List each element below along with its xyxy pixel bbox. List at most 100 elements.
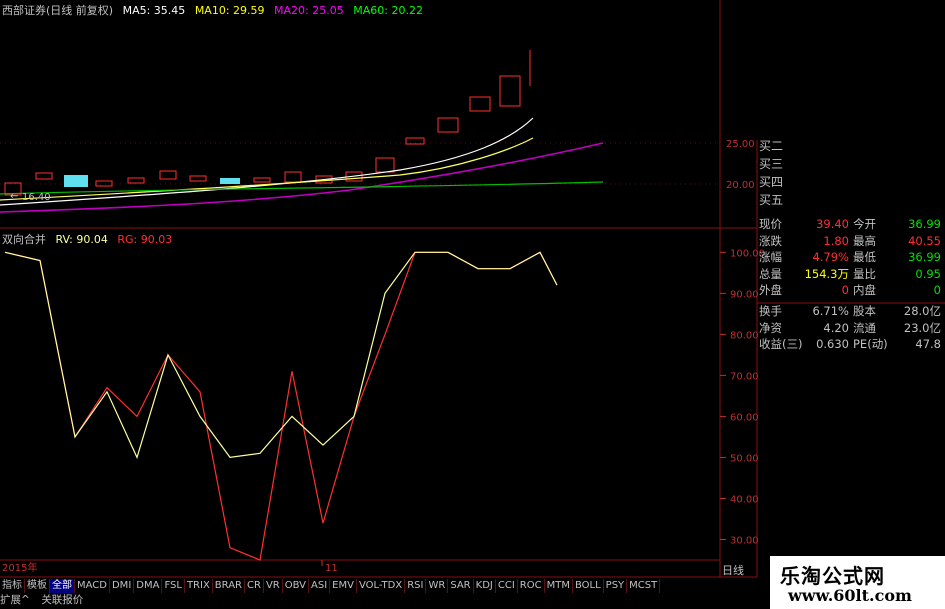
quote-label: 涨跌 — [759, 233, 782, 248]
tab-macd[interactable]: MACD — [75, 579, 110, 593]
ma10-line — [0, 137, 534, 201]
rg-series-line — [4, 251, 558, 561]
tab-mtm[interactable]: MTM — [545, 579, 573, 593]
tab-roc[interactable]: ROC — [518, 579, 545, 593]
period-label[interactable]: 日线 — [722, 562, 744, 578]
tab-dma[interactable]: DMA — [134, 579, 163, 593]
quote-label: 换手 — [759, 304, 782, 318]
quote-label: 总量 — [759, 266, 782, 281]
quote-value: 154.3万 — [804, 266, 849, 281]
low-marker: 16.40 — [22, 192, 51, 203]
quote-value: 0 — [841, 283, 849, 298]
tab-mcst[interactable]: MCST — [627, 579, 661, 593]
quote-label: 股本 — [853, 304, 876, 318]
quote-label: 量比 — [853, 266, 876, 281]
rv-series-line — [4, 251, 558, 460]
quote-value: 4.79% — [812, 250, 849, 265]
candle — [375, 157, 395, 173]
time-label-year: 2015年 — [2, 561, 37, 574]
time-label-month: 11 — [325, 563, 338, 574]
related-quotes-button[interactable]: 关联报价 — [41, 593, 83, 607]
price-axis-label: 20.00 — [726, 180, 755, 191]
quote-value: 6.71% — [812, 304, 849, 318]
buy-3-label: 买三 — [759, 157, 784, 171]
watermark-url: www.60lt.com — [788, 586, 912, 605]
buy-4-label: 买四 — [759, 175, 784, 189]
tab-cci[interactable]: CCI — [496, 579, 518, 593]
watermark: 乐淘公式网 www.60lt.com — [770, 556, 945, 609]
candle — [35, 172, 53, 180]
tab-sar[interactable]: SAR — [448, 579, 474, 593]
tab-asi[interactable]: ASI — [309, 579, 331, 593]
tab-rsi[interactable]: RSI — [405, 579, 427, 593]
quote-label: 流通 — [853, 320, 876, 335]
tab-指标[interactable]: 指标 — [0, 579, 25, 593]
candle — [253, 177, 271, 183]
tab-vol-tdx[interactable]: VOL-TDX — [357, 579, 406, 593]
quote-row: 净资 4.20 流通 23.0亿 — [757, 320, 943, 336]
indicator-axis-label: 30.00 — [730, 535, 759, 546]
quote-label: 最低 — [853, 250, 876, 265]
candle — [189, 175, 207, 182]
quote-row: 涨幅 4.79% 最低 36.99 — [757, 249, 943, 265]
tab-vr[interactable]: VR — [264, 579, 283, 593]
quote-label: PE(动) — [853, 337, 888, 352]
quote-label: 今开 — [853, 217, 876, 231]
tab-trix[interactable]: TRIX — [185, 579, 213, 593]
indicator-axis-label: 50.00 — [730, 453, 759, 464]
quote-row: 总量 154.3万 量比 0.95 — [757, 266, 943, 282]
tab-fsl[interactable]: FSL — [162, 579, 185, 593]
candle — [95, 180, 113, 187]
candle — [499, 75, 521, 107]
rv-value: RV: 90.04 — [55, 233, 108, 246]
quote-value: 0 — [933, 283, 941, 298]
quote-value: 47.8 — [915, 337, 941, 352]
quote-label: 最高 — [853, 233, 876, 248]
expand-button[interactable]: 扩展^ — [0, 593, 30, 607]
quote-row: 现价 39.40 今开 36.99 — [757, 216, 943, 232]
tab-wr[interactable]: WR — [426, 579, 449, 593]
tab-boll[interactable]: BOLL — [573, 579, 604, 593]
rg-value: RG: 90.03 — [117, 233, 173, 246]
quote-value: 0.95 — [915, 266, 941, 281]
indicator-name: 双向合并 — [2, 233, 46, 246]
tab-emv[interactable]: EMV — [330, 579, 357, 593]
quote-value: 36.99 — [908, 217, 941, 231]
indicator-axis-label: 90.00 — [730, 289, 759, 300]
tab-kdj[interactable]: KDJ — [474, 579, 496, 593]
quote-label: 内盘 — [853, 283, 876, 298]
tab-dmi[interactable]: DMI — [110, 579, 135, 593]
tab-全部[interactable]: 全部 — [50, 579, 75, 593]
candle — [220, 178, 240, 184]
indicator-axis-label: 80.00 — [730, 330, 759, 341]
quote-label: 现价 — [759, 217, 782, 231]
quote-label: 净资 — [759, 320, 782, 335]
quote-row: 外盘 0 内盘 0 — [757, 282, 943, 298]
quote-row: 换手 6.71% 股本 28.0亿 — [757, 303, 943, 319]
quote-value: 4.20 — [823, 320, 849, 335]
indicator-legend: 双向合并 RV: 90.04 RG: 90.03 — [2, 231, 178, 247]
quote-value: 0.630 — [816, 337, 849, 352]
bottom-bar: 扩展^ 关联报价 — [0, 593, 91, 607]
indicator-axis-label: 40.00 — [730, 494, 759, 505]
quote-value: 40.55 — [908, 233, 941, 248]
candles-down — [64, 175, 240, 187]
tab-brar[interactable]: BRAR — [213, 579, 245, 593]
tab-obv[interactable]: OBV — [283, 579, 309, 593]
quote-value: 23.0亿 — [903, 320, 941, 335]
quote-row: 收益(三) 0.630 PE(动) 47.8 — [757, 336, 943, 352]
buy-orders: 买二 买三 买四 买五 — [759, 137, 783, 209]
candle — [127, 177, 145, 184]
tab-psy[interactable]: PSY — [604, 579, 628, 593]
quote-label: 收益(三) — [759, 337, 803, 352]
buy-2-label: 买二 — [759, 139, 784, 153]
quote-value: 1.80 — [823, 233, 849, 248]
quote-label: 外盘 — [759, 283, 782, 298]
indicator-tabs: 指标 模板 全部 MACD DMI DMA FSL TRIX BRAR CR VR OBV ASI EMV… — [0, 578, 661, 593]
quote-label: 涨幅 — [759, 250, 782, 265]
indicator-grid — [720, 251, 726, 540]
tab-模板[interactable]: 模板 — [25, 579, 50, 593]
candle — [159, 170, 177, 180]
tab-cr[interactable]: CR — [245, 579, 264, 593]
price-axis-label: 25.00 — [726, 139, 755, 150]
